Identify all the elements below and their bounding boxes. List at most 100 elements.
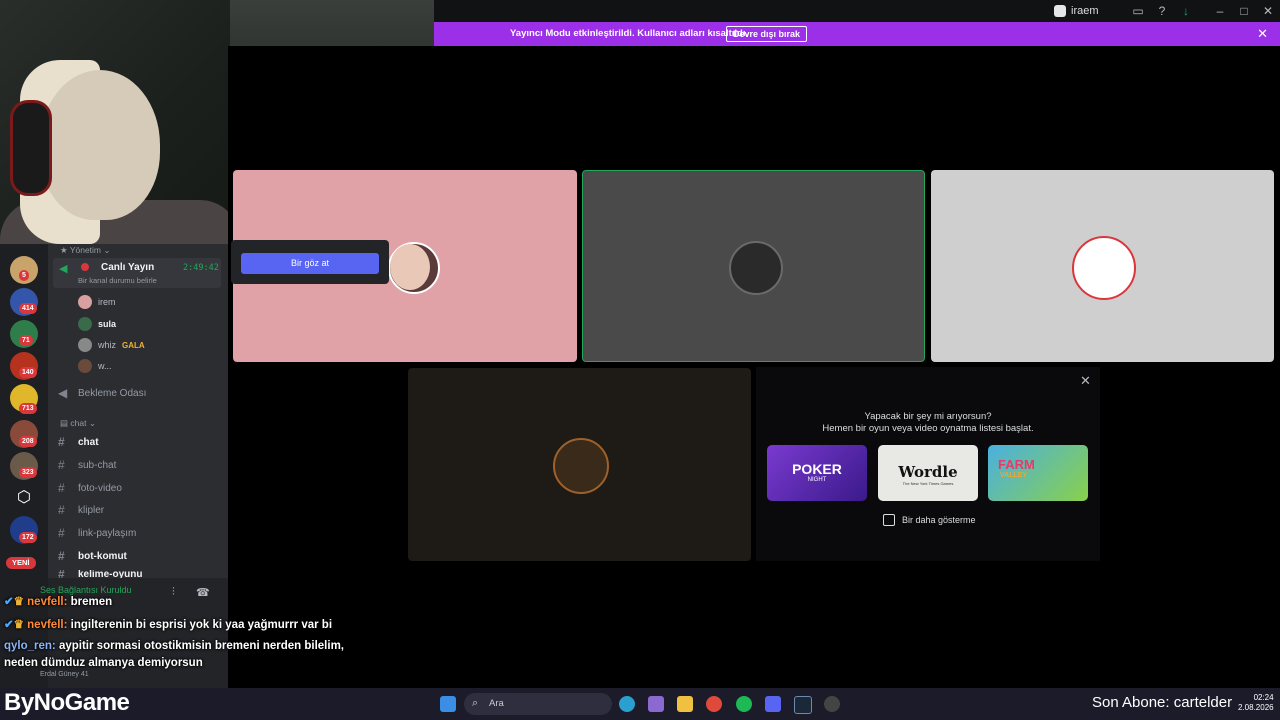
participant-tile[interactable] bbox=[931, 170, 1274, 362]
channel-foto-video[interactable]: # foto-video bbox=[58, 481, 122, 495]
chrome-icon[interactable] bbox=[706, 696, 722, 712]
avatar bbox=[78, 317, 92, 331]
member-tag: GALA bbox=[122, 340, 145, 350]
folder-icon[interactable] bbox=[677, 696, 693, 712]
participant-tile[interactable] bbox=[408, 368, 751, 561]
close-window-icon[interactable]: ✕ bbox=[1261, 4, 1275, 18]
activity-question: Yapacak bir şey mi arıyorsun? bbox=[864, 411, 992, 422]
taskbar-search[interactable]: ⌕ Ara bbox=[464, 693, 612, 715]
activity-panel: ✕ Yapacak bir şey mi arıyorsun? Hemen bi… bbox=[756, 367, 1100, 561]
store-icon[interactable] bbox=[648, 696, 664, 712]
take-a-look-button[interactable]: Bir göz at bbox=[241, 253, 379, 274]
obs-icon[interactable] bbox=[824, 696, 840, 712]
category-chat[interactable]: ▤ chat ⌄ bbox=[60, 418, 96, 429]
maximize-icon[interactable]: □ bbox=[1237, 4, 1251, 18]
title-bar: iraem ▭ ? ↓ – □ ✕ bbox=[434, 0, 1280, 22]
clock-time: 02:24 bbox=[1253, 693, 1274, 702]
server-badge: 323 bbox=[19, 467, 37, 478]
banner-message: Yayıncı Modu etkinleştirildi. Kullanıcı … bbox=[510, 28, 749, 39]
crown-icon: ♛ bbox=[13, 619, 24, 631]
hash-icon: # bbox=[58, 526, 65, 540]
game-subtitle: The New York Times Games bbox=[902, 481, 954, 486]
server-badge: 71 bbox=[19, 335, 33, 346]
server-badge: 713 bbox=[19, 403, 37, 414]
game-farm-valley[interactable]: FARM VALLEY bbox=[988, 445, 1088, 501]
discord-icon[interactable] bbox=[765, 696, 781, 712]
search-icon: ⌕ bbox=[472, 697, 479, 709]
voice-member[interactable]: irem bbox=[78, 295, 116, 309]
channel-status[interactable]: Bir kanal durumu belirle bbox=[78, 276, 157, 285]
system-clock[interactable]: 02:24 2.08.2026 bbox=[1238, 693, 1274, 713]
channel-link-paylasim[interactable]: # link-paylaşım bbox=[58, 526, 136, 540]
game-wordle[interactable]: Wordle The New York Times Games bbox=[878, 445, 978, 501]
channel-label: kelime-oyunu bbox=[78, 570, 143, 578]
live-dot-icon bbox=[81, 263, 89, 271]
category-label: Yönetim bbox=[69, 245, 102, 255]
app-icon bbox=[1054, 5, 1066, 17]
chat-message: neden dümduz almanya demiyorsun bbox=[4, 657, 203, 669]
participant-avatar bbox=[553, 438, 609, 494]
activity-subtitle: Hemen bir oyun veya video oynatma listes… bbox=[822, 423, 1034, 434]
channel-chat[interactable]: # chat bbox=[58, 435, 99, 449]
chat-message: ✔♛ nevfell: ingilterenin bi esprisi yok … bbox=[4, 617, 332, 631]
server-badge: 414 bbox=[19, 303, 37, 314]
minimize-icon[interactable]: – bbox=[1213, 4, 1227, 18]
channel-label: link-paylaşım bbox=[78, 527, 137, 539]
chat-text: bremen bbox=[70, 596, 113, 608]
live-channel-row[interactable]: ◀ Canlı Yayın 2:49:42 Bir kanal durumu b… bbox=[53, 258, 221, 288]
hash-icon: # bbox=[58, 570, 65, 578]
close-activity-icon[interactable]: ✕ bbox=[1080, 373, 1091, 389]
help-icon[interactable]: ? bbox=[1155, 4, 1169, 18]
avatar bbox=[78, 359, 92, 373]
chat-message: ✔♛ nevfell: bremen bbox=[4, 594, 112, 608]
chat-text: aypitir sormasi otostikmisin bremeni ner… bbox=[58, 640, 344, 652]
download-icon[interactable]: ↓ bbox=[1179, 4, 1193, 18]
voice-member[interactable]: whiz GALA bbox=[78, 338, 145, 352]
speaker-icon: ◀ bbox=[59, 263, 68, 275]
participant-tile-speaking[interactable] bbox=[582, 170, 925, 362]
hexagon-server-icon[interactable]: ⬡ bbox=[10, 484, 38, 512]
member-name: irem bbox=[98, 297, 116, 307]
game-subtitle: NIGHT bbox=[807, 477, 827, 483]
channel-sub-chat[interactable]: # sub-chat bbox=[58, 458, 116, 472]
game-poker-night[interactable]: POKER NIGHT bbox=[767, 445, 867, 501]
chat-username: qylo_ren: bbox=[4, 640, 56, 652]
last-subscriber: Son Abone: cartelder bbox=[1092, 694, 1233, 711]
chat-message: qylo_ren: aypitir sormasi otostikmisin b… bbox=[4, 640, 344, 652]
soundboard-icon[interactable]: ⫶ bbox=[172, 586, 175, 599]
edge-icon[interactable] bbox=[619, 696, 635, 712]
streamer-mode-banner: Yayıncı Modu etkinleştirildi. Kullanıcı … bbox=[434, 22, 1280, 46]
stage-area bbox=[228, 46, 1280, 688]
channel-klipler[interactable]: # klipler bbox=[58, 503, 104, 517]
game-subtitle: VALLEY bbox=[1000, 472, 1028, 479]
spotify-icon[interactable] bbox=[736, 696, 752, 712]
avatar bbox=[78, 338, 92, 352]
close-banner-icon[interactable]: ✕ bbox=[1257, 26, 1268, 42]
dont-show-checkbox[interactable] bbox=[883, 514, 895, 526]
participant-avatar bbox=[1072, 236, 1136, 300]
voice-member[interactable]: w... bbox=[78, 359, 112, 373]
steam-icon[interactable] bbox=[794, 696, 812, 714]
chat-text: ingilterenin bi esprisi yok ki yaa yağmu… bbox=[70, 619, 333, 631]
start-icon[interactable] bbox=[440, 696, 456, 712]
live-channel-name: Canlı Yayın bbox=[101, 262, 155, 273]
game-title: FARM bbox=[998, 457, 1035, 472]
new-badge[interactable]: YENİ bbox=[6, 557, 36, 569]
verified-icon: ✔ bbox=[4, 596, 14, 608]
streamer-avatar bbox=[390, 244, 430, 290]
chat-username: nevfell: bbox=[27, 619, 68, 631]
disconnect-icon[interactable]: ☎ bbox=[196, 586, 210, 599]
waiting-room-channel[interactable]: ◀ Bekleme Odası bbox=[58, 386, 146, 400]
channel-kelime-oyunu[interactable]: # kelime-oyunu bbox=[58, 570, 142, 578]
inbox-icon[interactable]: ▭ bbox=[1131, 4, 1145, 18]
window-title: iraem bbox=[1071, 5, 1099, 17]
hash-icon: # bbox=[58, 549, 65, 563]
disable-streamer-mode-button[interactable]: Devre dışı bırak bbox=[726, 26, 808, 42]
chat-username: nevfell: bbox=[27, 596, 68, 608]
member-name: w... bbox=[98, 361, 112, 371]
channel-bot-komut[interactable]: # bot-komut bbox=[58, 549, 127, 563]
voice-member[interactable]: sula bbox=[78, 317, 116, 331]
server-badge: 5 bbox=[19, 270, 29, 281]
channel-label: chat bbox=[78, 436, 99, 448]
category-management[interactable]: ★ Yönetim ⌄ bbox=[60, 245, 111, 256]
